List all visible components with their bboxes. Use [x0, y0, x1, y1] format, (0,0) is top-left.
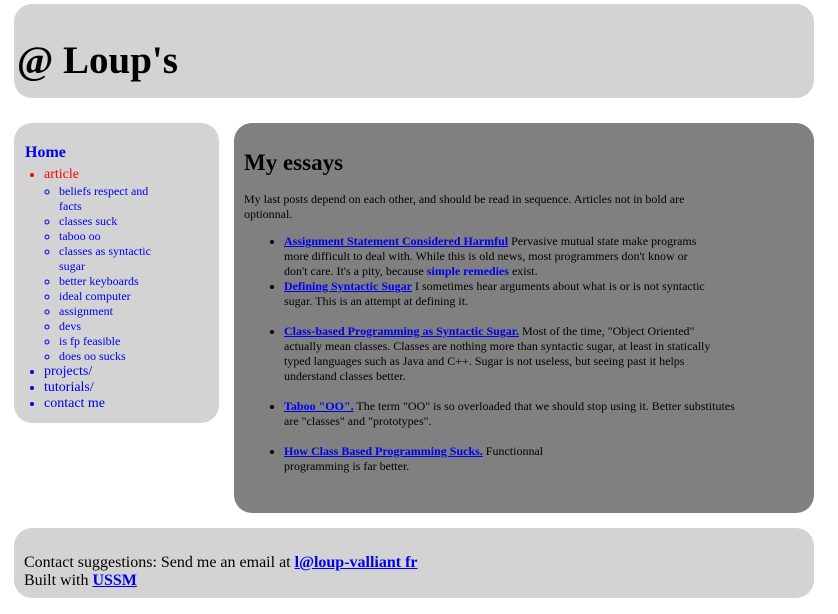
nav-subitem[interactable]: beliefs respect and facts [59, 184, 171, 214]
footer-text: Contact suggestions: Send me an email at… [24, 554, 418, 590]
nav-item-article[interactable]: article beliefs respect and facts classe… [44, 167, 214, 364]
nav-list: article beliefs respect and facts classe… [24, 167, 214, 412]
nav-subitem[interactable]: is fp feasible [59, 334, 171, 349]
nav-item-projects[interactable]: projects/ [44, 364, 214, 380]
simple-remedies-link[interactable]: simple remedies [427, 264, 509, 278]
ussm-link[interactable]: USSM [92, 572, 136, 589]
essay-link-classes-suck[interactable]: How Class Based Programming Sucks. [284, 444, 483, 458]
essay-item: Defining Syntactic Sugar I sometimes hea… [284, 279, 714, 309]
nav-subitem[interactable]: taboo oo [59, 229, 171, 244]
nav-subitem[interactable]: devs [59, 319, 171, 334]
essay-item: How Class Based Programming Sucks. Funct… [284, 444, 549, 474]
nav-home-link[interactable]: Home [25, 144, 66, 162]
essay-item: Class-based Programming as Syntactic Sug… [284, 324, 714, 384]
built-with-label: Built with [24, 572, 93, 589]
nav-subitem[interactable]: assignment [59, 304, 171, 319]
sidebar-nav: Home article beliefs respect and facts c… [14, 123, 219, 423]
nav-item-contact[interactable]: contact me [44, 396, 214, 412]
essay-item: Assignment Statement Considered Harmful … [284, 234, 714, 279]
nav-subitem[interactable]: does oo sucks [59, 349, 171, 364]
contact-label: Contact suggestions: Send me an email at [24, 554, 295, 571]
essay-link-assignment[interactable]: Assignment Statement Considered Harmful [284, 234, 508, 248]
intro-paragraph: My last posts depend on each other, and … [244, 192, 685, 221]
essay-link-taboo-oo[interactable]: Taboo "OO". [284, 399, 354, 413]
essay-item: Taboo "OO". The term "OO" is so overload… [284, 399, 739, 429]
nav-item-label[interactable]: article [44, 167, 214, 183]
essay-link-class-sugar[interactable]: Class-based Programming as Syntactic Sug… [284, 324, 519, 338]
nav-sublist-article: beliefs respect and facts classes suck t… [44, 184, 171, 364]
nav-item-tutorials[interactable]: tutorials/ [44, 380, 214, 396]
main-content: My essays My last posts depend on each o… [234, 123, 814, 513]
site-title: @ Loup's [17, 39, 178, 82]
essay-description-end: exist. [508, 264, 538, 278]
nav-subitem[interactable]: classes suck [59, 214, 171, 229]
nav-subitem[interactable]: ideal computer [59, 289, 171, 304]
page-title: My essays [244, 150, 344, 175]
site-footer: Contact suggestions: Send me an email at… [14, 528, 814, 598]
nav-subitem[interactable]: classes as syntactic sugar [59, 244, 171, 274]
essay-list: Assignment Statement Considered Harmful … [264, 234, 739, 474]
nav-subitem[interactable]: better keyboards [59, 274, 171, 289]
email-link[interactable]: l@loup-valliant fr [295, 554, 418, 571]
site-header: @ Loup's [14, 4, 814, 98]
essay-link-defining-sugar[interactable]: Defining Syntactic Sugar [284, 279, 412, 293]
